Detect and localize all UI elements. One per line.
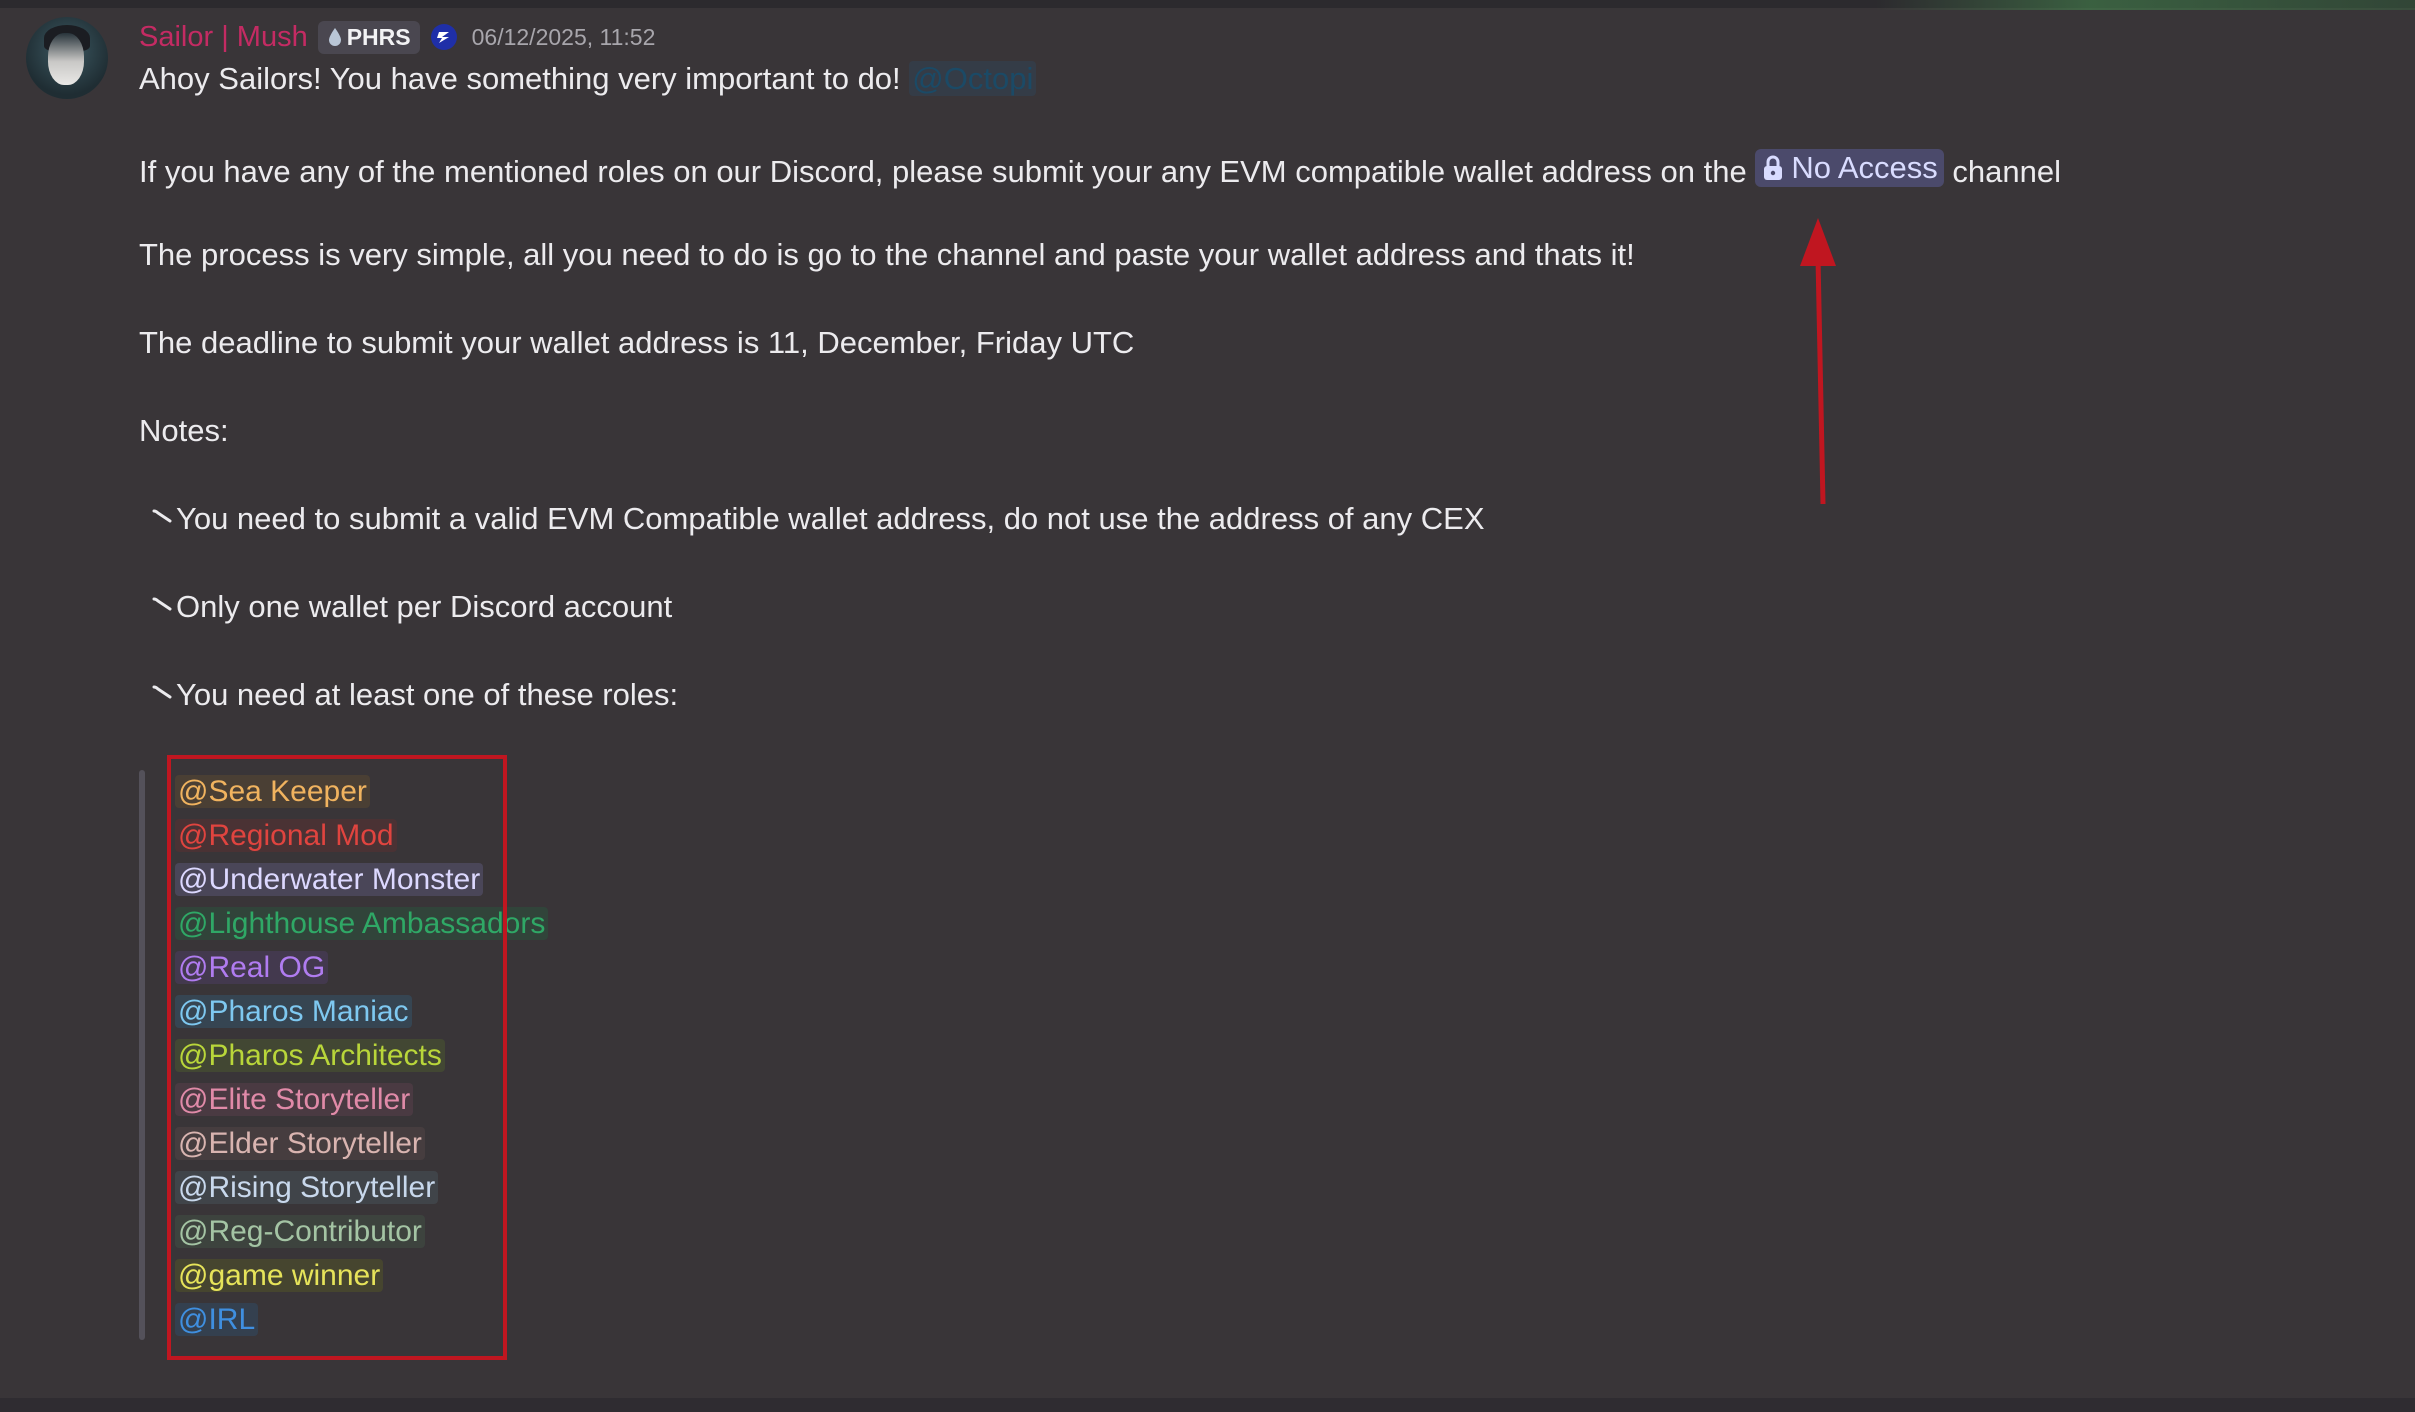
reply-bullet-icon [152, 509, 172, 523]
line-4: The deadline to submit your wallet addre… [139, 325, 1135, 360]
top-bar-glow [1875, 0, 2415, 10]
reply-bullet-icon [152, 685, 172, 699]
note-1-text: You need to submit a valid EVM Compatibl… [176, 501, 1485, 536]
note-3: You need at least one of these roles: [150, 677, 678, 713]
avatar[interactable] [26, 17, 108, 99]
timestamp: 06/12/2025, 11:52 [471, 23, 656, 50]
bottom-bar [0, 1398, 2415, 1412]
user-mention[interactable]: @Octopi [909, 61, 1037, 96]
line-1: Ahoy Sailors! You have something very im… [139, 61, 1037, 97]
server-tag[interactable]: PHRS [317, 20, 420, 54]
line-2-suffix: channel [1952, 154, 2061, 189]
up-arrow-icon [1800, 218, 1836, 504]
lock-icon [1764, 155, 1783, 180]
water-drop-icon [328, 28, 341, 46]
author-name[interactable]: Sailor | Mush [139, 21, 308, 54]
line-3: The process is very simple, all you need… [139, 237, 1635, 272]
reply-bullet-icon [152, 597, 172, 611]
message: Sailor | Mush PHRS 06/12/2025, 11:52 [139, 14, 2389, 60]
line-2-text: If you have any of the mentioned roles o… [139, 154, 1747, 189]
note-2-text: Only one wallet per Discord account [176, 589, 673, 624]
message-header: Sailor | Mush PHRS 06/12/2025, 11:52 [139, 14, 2389, 60]
line-1-text: Ahoy Sailors! You have something very im… [139, 61, 901, 96]
line-2: If you have any of the mentioned roles o… [139, 149, 2061, 190]
highlight-box [167, 755, 507, 1360]
notes-label: Notes: [139, 413, 229, 448]
blockquote-bar [139, 770, 145, 1340]
note-2: Only one wallet per Discord account [150, 589, 672, 625]
note-1: You need to submit a valid EVM Compatibl… [150, 501, 1485, 537]
server-tag-label: PHRS [346, 23, 411, 50]
channel-name: No Access [1791, 150, 1938, 185]
note-3-text: You need at least one of these roles: [176, 677, 679, 712]
server-badge-icon[interactable] [430, 23, 458, 51]
avatar-face [48, 33, 84, 85]
channel-mention[interactable]: No Access [1755, 149, 1944, 187]
